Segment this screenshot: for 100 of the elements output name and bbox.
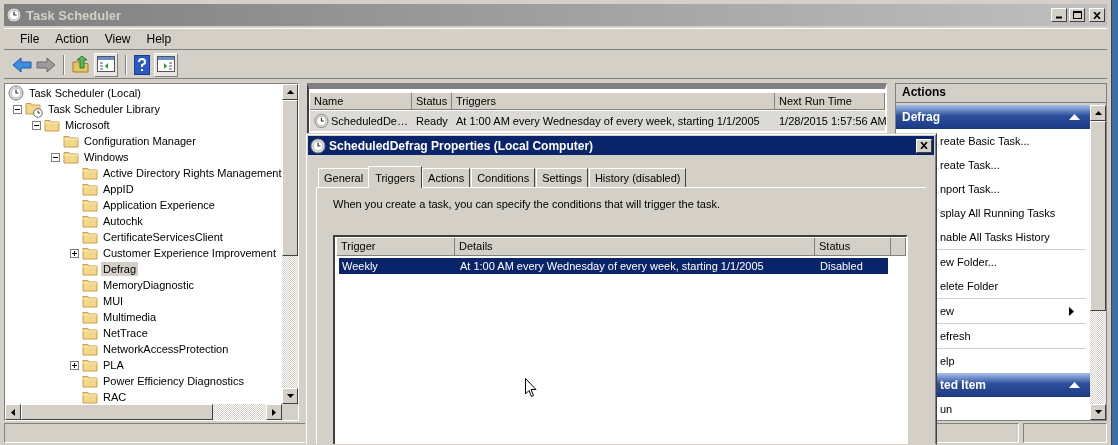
tree-item[interactable]: CertificateServicesClient [101, 230, 225, 244]
column-header[interactable]: Status [815, 238, 891, 256]
scrollbar-thumb[interactable] [1090, 121, 1106, 311]
section-header[interactable]: Defrag [896, 105, 1090, 129]
menu-item[interactable]: View [96, 30, 139, 48]
tree-item[interactable]: PLA [101, 358, 126, 372]
tree-item[interactable]: Microsoft [63, 118, 112, 132]
menu-item[interactable]: Action [47, 30, 97, 48]
tree-item[interactable]: Customer Experience Improvement [101, 246, 278, 260]
folder-icon [82, 389, 98, 404]
scroll-right-button[interactable] [266, 404, 282, 420]
scroll-left-button[interactable] [5, 404, 21, 420]
help-icon[interactable] [134, 55, 150, 75]
folder-icon [82, 373, 98, 389]
scroll-up-button[interactable] [282, 84, 298, 100]
tree-item[interactable]: Application Experience [101, 198, 217, 212]
forward-icon[interactable] [36, 56, 56, 74]
pane-title: Actions [896, 84, 1106, 103]
pane-toggle-icon[interactable] [94, 53, 118, 77]
collapse-icon[interactable] [1069, 382, 1080, 388]
tree-item[interactable]: Configuration Manager [82, 134, 198, 148]
folder-icon [82, 181, 98, 197]
close-button[interactable] [916, 138, 932, 153]
action-link[interactable]: un [940, 403, 953, 415]
action-link[interactable]: nable All Tasks History [940, 231, 1050, 243]
tab[interactable]: General [318, 168, 370, 187]
tab[interactable]: Triggers [368, 166, 423, 188]
collapse-icon[interactable] [50, 152, 60, 162]
column-header[interactable]: Trigger [337, 238, 455, 256]
action-link[interactable]: reate Task... [940, 159, 1000, 171]
arrow-up-icon[interactable] [286, 90, 294, 94]
expand-icon[interactable] [69, 360, 79, 370]
scroll-down-button[interactable] [1090, 404, 1106, 420]
tree-item[interactable]: NetworkAccessProtection [101, 342, 231, 356]
tab[interactable]: Conditions [471, 168, 536, 187]
arrow-down-icon[interactable] [1094, 410, 1102, 414]
column-header[interactable]: Details [455, 238, 815, 256]
window-title: Task Scheduler [26, 7, 123, 23]
tree-item[interactable]: Power Efficiency Diagnostics [101, 374, 247, 388]
tree-item[interactable]: Active Directory Rights Management [101, 166, 282, 180]
action-link[interactable]: nport Task... [940, 183, 1000, 195]
arrow-left-icon[interactable] [11, 408, 15, 416]
arrow-down-icon[interactable] [286, 394, 294, 398]
pane-toggle-icon[interactable] [154, 53, 178, 77]
folder-icon [82, 213, 98, 229]
close-button[interactable] [1089, 8, 1105, 22]
action-link[interactable]: ew [940, 305, 955, 317]
tree-item[interactable]: Autochk [101, 214, 145, 228]
back-icon[interactable] [12, 56, 32, 74]
tab[interactable]: Actions [422, 168, 471, 187]
tree-item[interactable]: NetTrace [101, 326, 150, 340]
clock-icon [314, 113, 329, 129]
tree-item[interactable]: Task Scheduler (Local) [27, 86, 143, 100]
tab[interactable]: History (disabled) [588, 168, 687, 187]
tree-item[interactable]: RAC [101, 390, 129, 404]
section-title: ted Item [940, 378, 986, 392]
collapse-icon[interactable] [31, 120, 41, 130]
table-cell: Ready [416, 115, 448, 127]
folder-clock-icon [25, 100, 43, 118]
arrow-right-icon[interactable] [272, 408, 276, 416]
column-header[interactable]: Name [310, 93, 412, 110]
action-link[interactable]: elp [940, 355, 955, 367]
tree-item[interactable]: MUI [101, 294, 126, 308]
scrollbar-thumb[interactable] [282, 100, 298, 256]
expand-icon[interactable] [69, 248, 79, 258]
cursor-icon [525, 378, 537, 398]
tree-item[interactable]: Windows [82, 150, 131, 164]
tree-item[interactable]: MemoryDiagnostic [101, 278, 197, 292]
table-cell-text: Weekly [341, 259, 379, 274]
close-icon[interactable] [1093, 11, 1101, 19]
folder-icon [82, 357, 98, 373]
action-link[interactable]: splay All Running Tasks [940, 207, 1056, 219]
tree-item[interactable]: Task Scheduler Library [46, 102, 162, 116]
folder-icon [44, 117, 60, 133]
action-link[interactable]: reate Basic Task... [940, 135, 1030, 147]
minimize-button[interactable] [1051, 8, 1067, 22]
arrow-up-icon[interactable] [1094, 111, 1102, 115]
tree-item[interactable]: AppID [101, 182, 136, 196]
task-row[interactable]: ScheduledDe… Ready At 1:00 AM every Wednesday of every week, starting 1/1/2005 1/28/2015 1:57:56 AM [310, 111, 885, 131]
tree-item[interactable]: Multimedia [101, 310, 159, 324]
scroll-up-button[interactable] [1090, 105, 1106, 121]
scrollbar-thumb[interactable] [21, 404, 213, 420]
close-icon[interactable] [920, 142, 928, 149]
trigger-row[interactable]: Weekly At 1:00 AM every Wednesday of every week, starting 1/1/2005 Disabled [339, 258, 888, 274]
column-header[interactable]: Status [412, 93, 452, 110]
menu-item[interactable]: File [12, 30, 48, 48]
action-link[interactable]: ew Folder... [940, 256, 997, 268]
collapse-icon[interactable] [1069, 114, 1080, 120]
table-cell: ScheduledDe… [330, 115, 408, 127]
tab[interactable]: Settings [536, 168, 588, 187]
column-header[interactable]: Triggers [452, 93, 775, 110]
tree-item[interactable]: Defrag [101, 262, 139, 276]
folder-up-icon[interactable] [72, 56, 90, 74]
scroll-down-button[interactable] [282, 388, 298, 404]
action-link[interactable]: elete Folder [940, 280, 999, 292]
collapse-icon[interactable] [12, 104, 22, 114]
menu-item[interactable]: Help [138, 30, 180, 48]
action-link[interactable]: efresh [940, 330, 971, 342]
column-header[interactable]: Next Run Time [775, 93, 885, 110]
section-header[interactable]: ted Item [936, 373, 1090, 397]
